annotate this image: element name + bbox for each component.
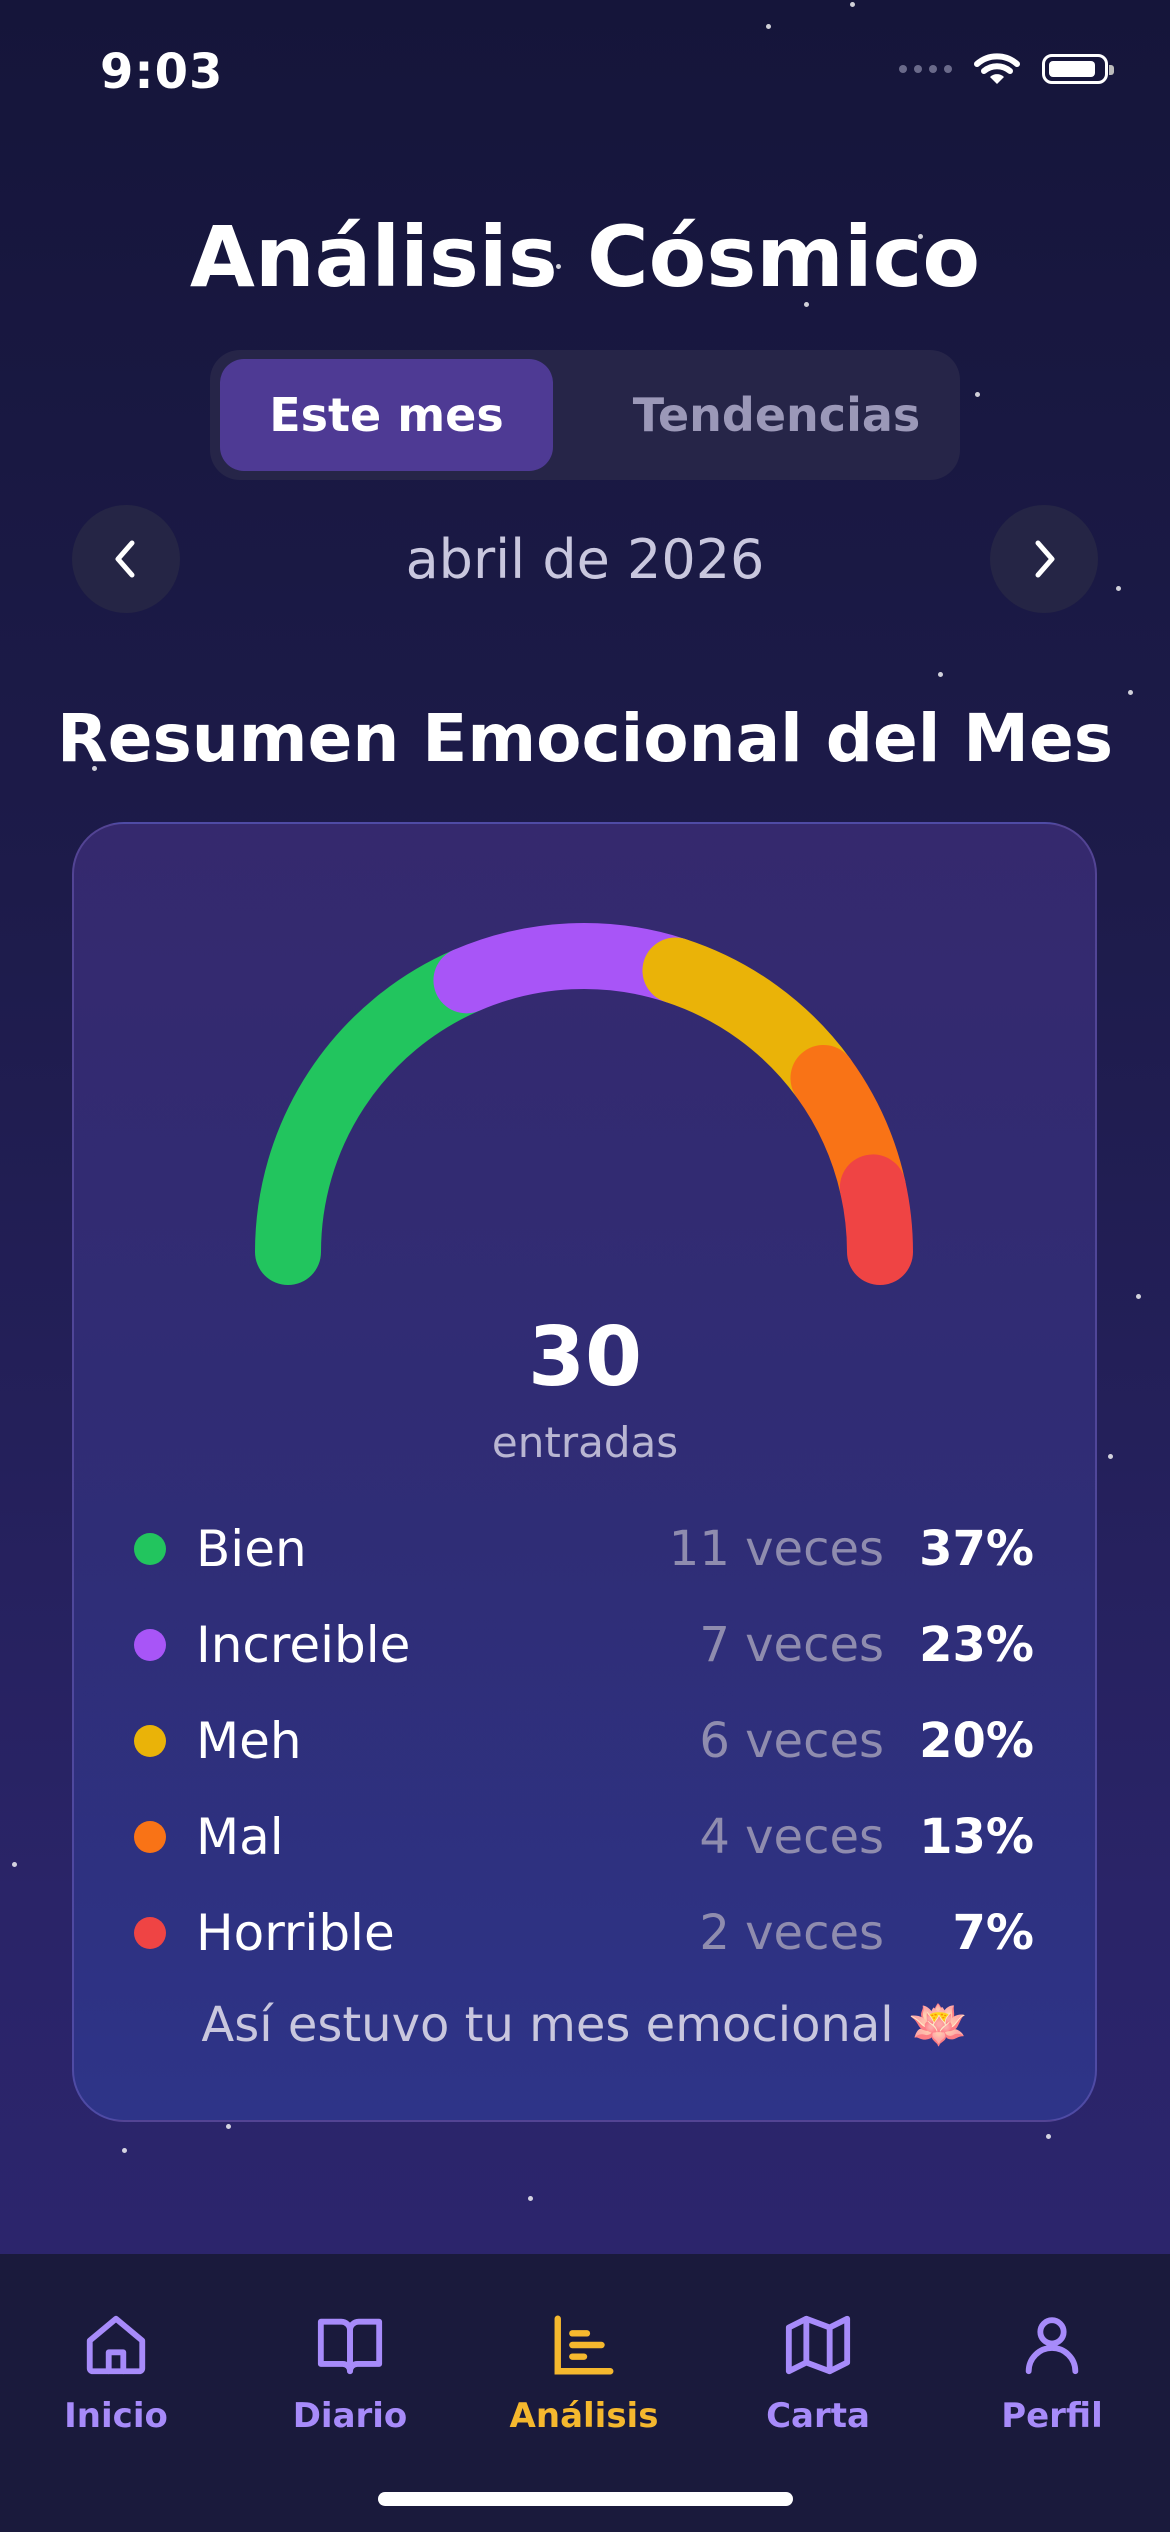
status-icons	[899, 52, 1114, 86]
page-title: Análisis Cósmico	[189, 208, 981, 306]
mood-row: Horrible 2 veces 7%	[134, 1898, 1034, 1968]
mood-color-dot	[134, 1629, 166, 1661]
next-month-button[interactable]	[990, 505, 1098, 613]
gauge-segment-horrible	[839, 1154, 913, 1285]
mood-name: Mal	[196, 1808, 284, 1866]
tab-label: Diario	[292, 2396, 408, 2436]
mood-count: 2 veces	[699, 1905, 884, 1961]
mood-color-dot	[134, 1821, 166, 1853]
chart-icon	[554, 2315, 614, 2375]
summary-caption: Así estuvo tu mes emocional 🪷	[201, 1997, 969, 2053]
section-title: Resumen Emocional del Mes	[56, 700, 1114, 777]
mood-row: Mal 4 veces 13%	[134, 1802, 1034, 1872]
tab-label: Perfil	[1001, 2396, 1103, 2436]
mood-row: Meh 6 veces 20%	[134, 1706, 1034, 1776]
mood-name: Meh	[196, 1712, 302, 1770]
tab-label: Análisis	[509, 2396, 659, 2436]
tab-analisis[interactable]: Análisis	[474, 2310, 694, 2436]
home-icon	[86, 2315, 146, 2375]
mood-gauge	[255, 923, 913, 1285]
mood-row: Increible 7 veces 23%	[134, 1610, 1034, 1680]
signal-icon	[899, 65, 952, 73]
mood-color-dot	[134, 1533, 166, 1565]
tab-tendencias[interactable]: Tendencias	[610, 359, 943, 471]
gauge-segment-bien	[255, 947, 500, 1285]
tab-inicio[interactable]: Inicio	[6, 2310, 226, 2436]
battery-icon	[1042, 54, 1114, 84]
mood-count: 11 veces	[668, 1521, 884, 1577]
tab-este-mes[interactable]: Este mes	[220, 359, 553, 471]
mood-row: Bien 11 veces 37%	[134, 1514, 1034, 1584]
tab-diario[interactable]: Diario	[240, 2310, 460, 2436]
segmented-control: Este mes Tendencias	[210, 350, 960, 480]
mood-percent: 7%	[952, 1905, 1035, 1961]
mood-count: 6 veces	[699, 1713, 884, 1769]
mood-percent: 13%	[919, 1809, 1034, 1865]
home-indicator	[378, 2492, 793, 2506]
mood-count: 7 veces	[699, 1617, 884, 1673]
chevron-right-icon	[1035, 540, 1055, 578]
mood-percent: 23%	[919, 1617, 1034, 1673]
mood-color-dot	[134, 1917, 166, 1949]
mood-color-dot	[134, 1725, 166, 1757]
tab-label: Carta	[766, 2396, 870, 2436]
map-icon	[785, 2315, 851, 2375]
mood-percent: 37%	[919, 1521, 1034, 1577]
tab-carta[interactable]: Carta	[708, 2310, 928, 2436]
wifi-icon	[974, 53, 1020, 84]
tab-label: Inicio	[64, 2396, 168, 2436]
user-icon	[1025, 2317, 1079, 2375]
mood-percent: 20%	[919, 1713, 1034, 1769]
total-entries: 30	[527, 1310, 643, 1405]
book-icon	[317, 2318, 383, 2375]
mood-name: Increible	[196, 1616, 411, 1674]
mood-name: Horrible	[196, 1904, 395, 1962]
mood-name: Bien	[196, 1520, 307, 1578]
mood-count: 4 veces	[699, 1809, 884, 1865]
status-time: 9:03	[100, 44, 224, 100]
total-entries-label: entradas	[491, 1418, 679, 1467]
tab-perfil[interactable]: Perfil	[942, 2310, 1162, 2436]
